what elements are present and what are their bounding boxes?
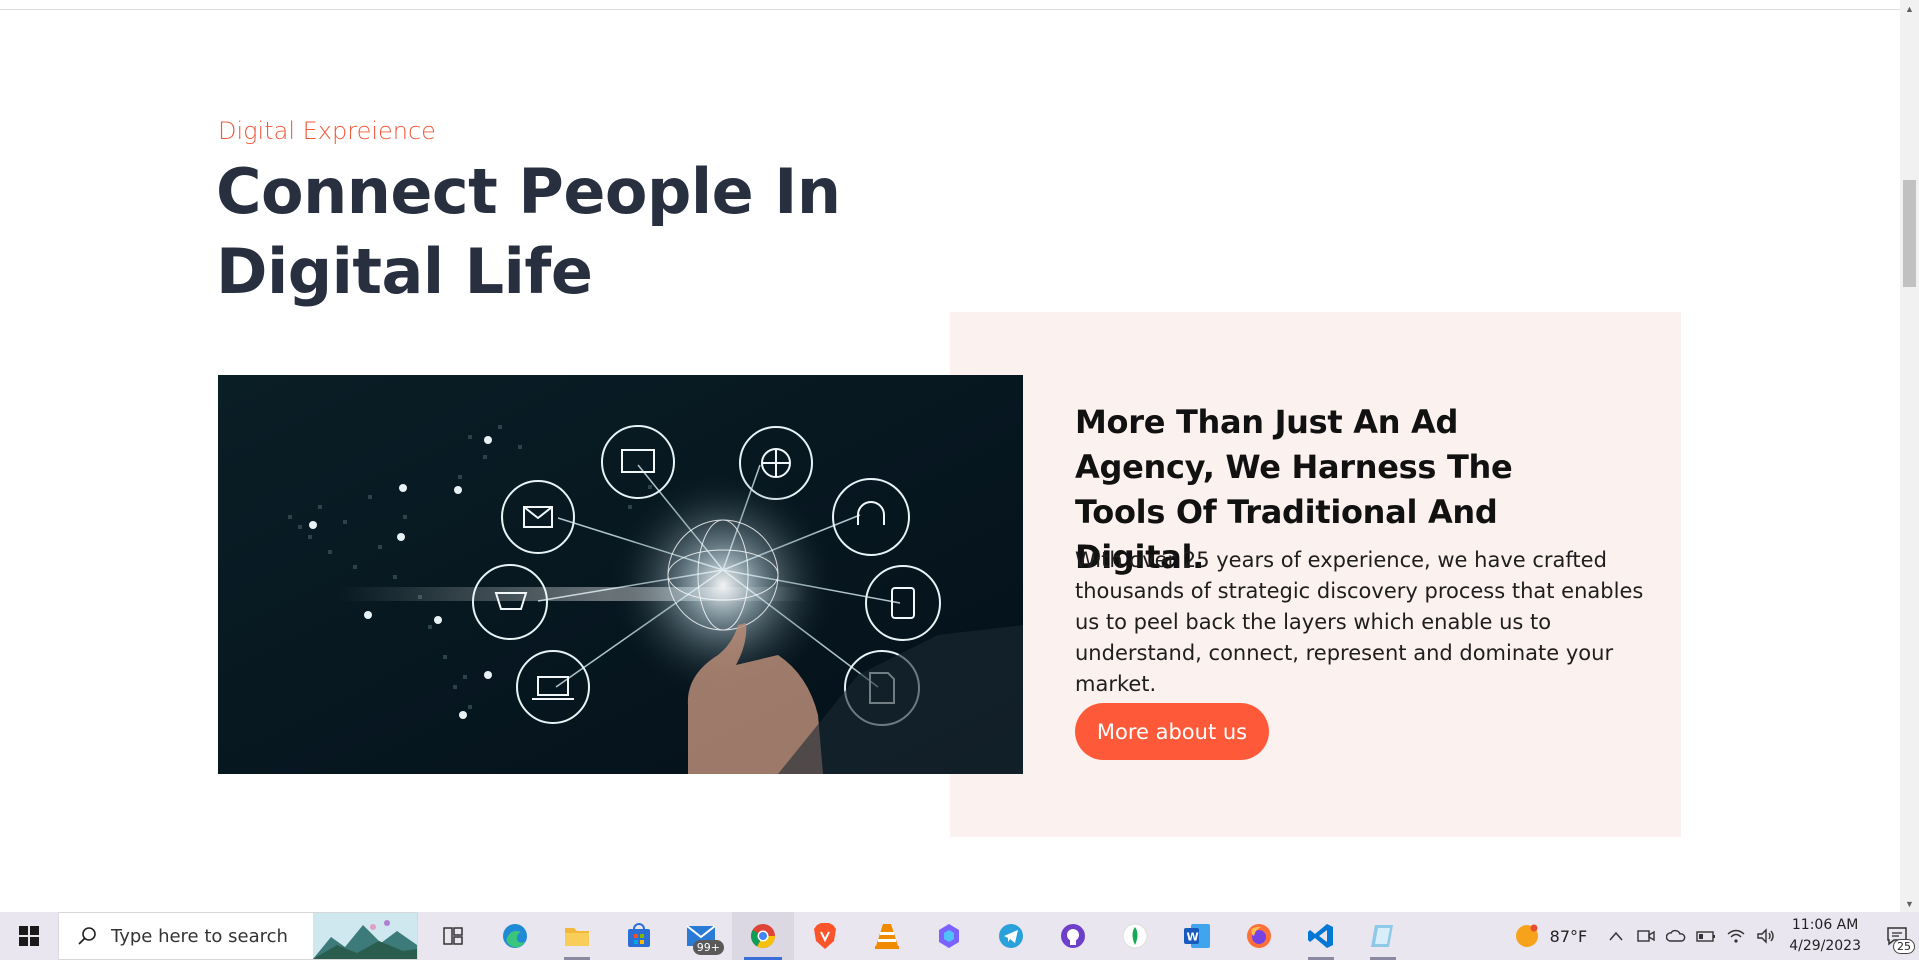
wifi-icon[interactable] — [1721, 912, 1751, 960]
page-scrollbar[interactable]: ▲ ▼ — [1900, 0, 1919, 912]
battery-icon[interactable] — [1691, 912, 1721, 960]
microsoft-store-icon[interactable] — [608, 912, 670, 960]
brave-icon[interactable] — [794, 912, 856, 960]
section-headline: Connect People In Digital Life — [216, 155, 841, 308]
copilot-icon[interactable] — [918, 912, 980, 960]
panel-text: With over 25 years of experience, we hav… — [1075, 548, 1644, 696]
more-about-us-button[interactable]: More about us — [1075, 703, 1269, 760]
clock-time: 11:06 AM — [1791, 917, 1859, 933]
digital-network-image — [218, 375, 1023, 774]
word-icon[interactable]: W — [1166, 912, 1228, 960]
web-page: Digital Expreience Connect People In Dig… — [0, 0, 1900, 912]
mail-badge: 99+ — [692, 940, 724, 955]
chrome-icon[interactable] — [732, 912, 794, 960]
start-button[interactable] — [0, 912, 58, 960]
search-placeholder: Type here to search — [111, 925, 288, 947]
onedrive-sync-icon[interactable] — [1661, 912, 1691, 960]
notification-count: 25 — [1893, 939, 1915, 954]
volume-icon[interactable] — [1751, 912, 1781, 960]
task-view-icon[interactable] — [422, 912, 484, 960]
section-eyebrow: Digital Expreience — [218, 117, 436, 145]
system-tray: 87°F 11:06 AM 4/29/2023 25 — [1514, 912, 1919, 960]
notification-center-button[interactable]: 25 — [1875, 912, 1919, 960]
firefox-icon[interactable] — [1228, 912, 1290, 960]
mongodb-compass-icon[interactable] — [1104, 912, 1166, 960]
file-explorer-icon[interactable] — [546, 912, 608, 960]
svg-text:W: W — [1187, 931, 1199, 944]
taskbar-search-box[interactable]: Type here to search — [58, 912, 418, 960]
search-highlight-art-icon — [313, 913, 417, 959]
weather-temperature: 87°F — [1549, 926, 1588, 946]
github-desktop-icon[interactable] — [1042, 912, 1104, 960]
edge-icon[interactable] — [484, 912, 546, 960]
weather-widget[interactable]: 87°F — [1514, 923, 1588, 949]
scroll-thumb[interactable] — [1903, 180, 1916, 287]
vlc-icon[interactable] — [856, 912, 918, 960]
meet-now-icon[interactable] — [1631, 912, 1661, 960]
search-icon — [78, 927, 96, 945]
app-icon[interactable] — [1352, 912, 1414, 960]
mail-icon[interactable]: 99+ — [670, 912, 732, 960]
chevron-up-icon[interactable] — [1601, 912, 1631, 960]
scroll-down-arrow-icon[interactable]: ▼ — [1900, 895, 1919, 912]
taskbar-pinned-apps: 99+ W — [422, 912, 1414, 960]
scroll-up-arrow-icon[interactable]: ▲ — [1900, 0, 1919, 17]
telegram-icon[interactable] — [980, 912, 1042, 960]
windows-taskbar: Type here to search 99+ W 87°F 11:06 AM … — [0, 912, 1919, 960]
sun-icon — [1515, 924, 1538, 947]
clock-date: 4/29/2023 — [1789, 938, 1861, 954]
browser-top-edge — [0, 0, 1900, 10]
vscode-icon[interactable] — [1290, 912, 1352, 960]
taskbar-clock[interactable]: 11:06 AM 4/29/2023 — [1789, 915, 1861, 957]
windows-logo-icon — [19, 926, 39, 946]
